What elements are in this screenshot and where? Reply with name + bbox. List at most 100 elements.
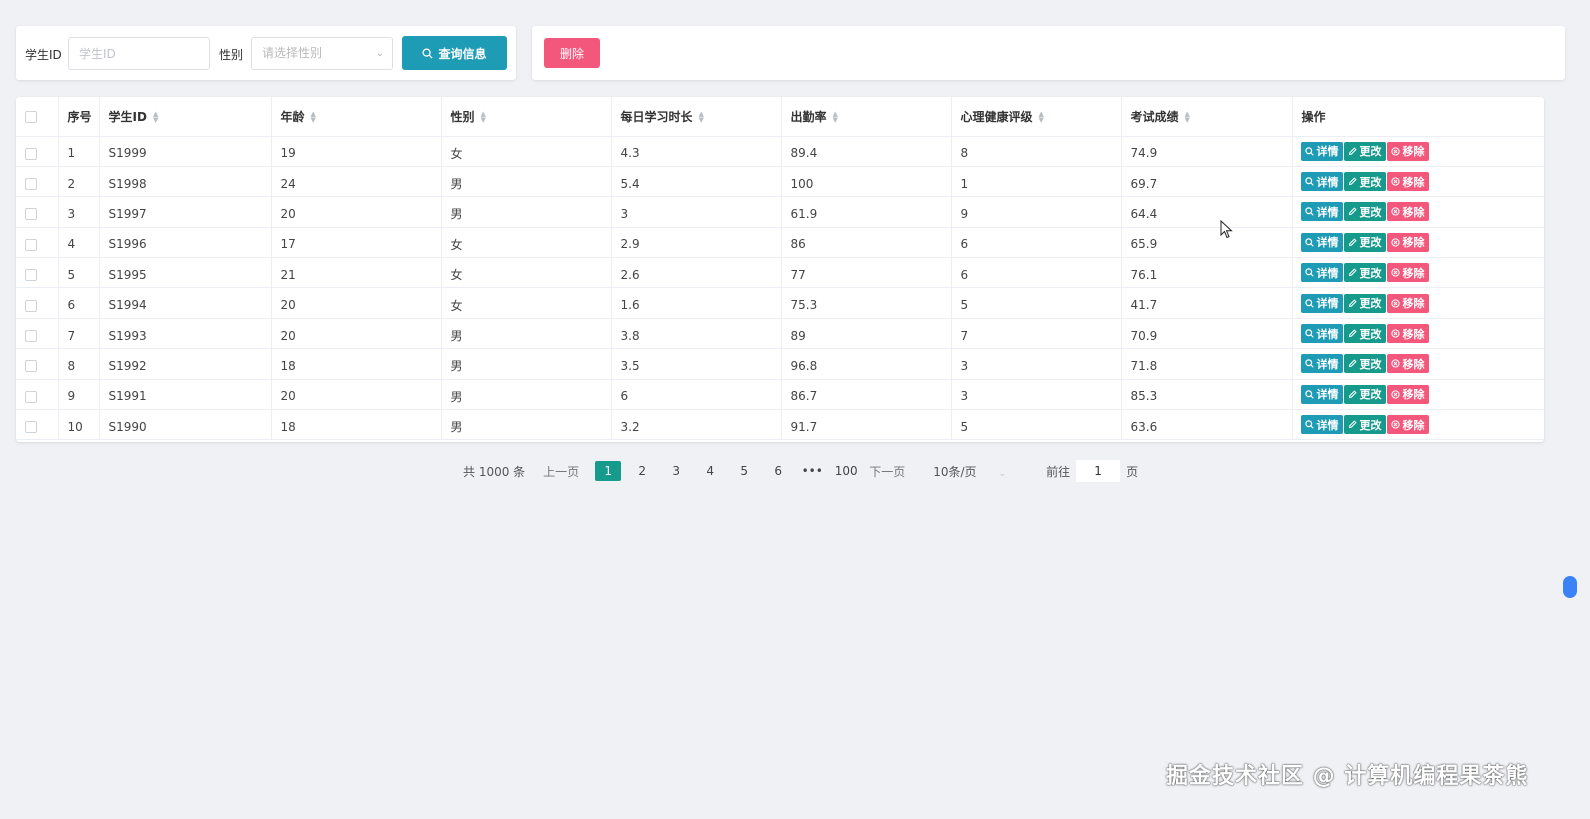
header-attendance[interactable]: 出勤率 ▲ ▼ <box>781 97 952 137</box>
remove-button[interactable]: 移除 <box>1386 172 1429 192</box>
row-checkbox[interactable] <box>25 269 37 282</box>
sort-icon[interactable]: ▲ ▼ <box>833 111 838 124</box>
header-age[interactable]: 年龄 ▲ ▼ <box>271 97 442 137</box>
remove-button[interactable]: 移除 <box>1386 354 1429 374</box>
header-exam-score[interactable]: 考试成绩 ▲ ▼ <box>1121 97 1293 137</box>
detail-button[interactable]: 详情 <box>1300 141 1343 161</box>
cell-student-id: S1998 <box>99 166 272 198</box>
table-row: 4 S1996 17 女 2.9 86 6 65.9 详情 更改 移除 <box>16 227 1544 259</box>
edit-button[interactable]: 更改 <box>1343 293 1386 313</box>
remove-button-label: 移除 <box>1402 357 1425 371</box>
more-pages-button[interactable]: ••• <box>799 461 825 481</box>
row-checkbox[interactable] <box>25 299 37 312</box>
cell-mental-health: 1 <box>951 166 1122 198</box>
row-checkbox[interactable] <box>25 360 37 373</box>
cell-study-hours: 3 <box>611 196 782 228</box>
cell-index: 2 <box>58 166 100 198</box>
edit-button[interactable]: 更改 <box>1343 354 1386 374</box>
detail-button[interactable]: 详情 <box>1300 232 1343 252</box>
page-button[interactable]: 2 <box>629 461 655 481</box>
detail-button[interactable]: 详情 <box>1300 354 1343 374</box>
remove-button[interactable]: 移除 <box>1386 141 1429 161</box>
page-button[interactable]: 4 <box>697 461 723 481</box>
row-select-cell <box>16 318 59 350</box>
edit-button[interactable]: 更改 <box>1343 263 1386 283</box>
cell-study-hours: 3.5 <box>611 348 782 380</box>
cell-age: 20 <box>271 379 442 411</box>
search-button[interactable]: 查询信息 <box>402 36 507 70</box>
sort-icon[interactable]: ▲ ▼ <box>311 111 316 124</box>
select-all-cell <box>16 97 59 137</box>
cell-index: 3 <box>58 196 100 228</box>
cell-exam-score: 74.9 <box>1121 136 1293 167</box>
cell-index: 1 <box>58 136 100 167</box>
goto-page-input[interactable] <box>1076 460 1121 482</box>
remove-button[interactable]: 移除 <box>1386 202 1429 222</box>
sort-icon[interactable]: ▲ ▼ <box>699 111 704 124</box>
cell-age: 20 <box>271 287 442 319</box>
page-button[interactable]: 6 <box>765 461 791 481</box>
page-size-select[interactable]: 10条/页 ⌄ <box>933 463 1006 480</box>
header-mental-health[interactable]: 心理健康评级 ▲ ▼ <box>951 97 1122 137</box>
detail-button[interactable]: 详情 <box>1300 293 1343 313</box>
remove-button[interactable]: 移除 <box>1386 415 1429 435</box>
remove-button[interactable]: 移除 <box>1386 384 1429 404</box>
row-checkbox[interactable] <box>25 238 37 251</box>
detail-button[interactable]: 详情 <box>1300 263 1343 283</box>
remove-button[interactable]: 移除 <box>1386 324 1429 344</box>
edit-button[interactable]: 更改 <box>1343 141 1386 161</box>
detail-button[interactable]: 详情 <box>1300 415 1343 435</box>
next-page-button[interactable]: 下一页 <box>869 463 905 480</box>
remove-button[interactable]: 移除 <box>1386 293 1429 313</box>
edit-button[interactable]: 更改 <box>1343 172 1386 192</box>
prev-page-button[interactable]: 上一页 <box>543 463 579 480</box>
row-select-cell <box>16 166 59 198</box>
cell-attendance: 91.7 <box>781 409 952 441</box>
sort-icon[interactable]: ▲ ▼ <box>481 111 486 124</box>
cell-gender: 男 <box>441 318 612 350</box>
page-button[interactable]: 3 <box>663 461 689 481</box>
header-operations: 操作 <box>1292 97 1544 137</box>
edit-button-label: 更改 <box>1359 145 1382 159</box>
student-id-input[interactable] <box>68 37 210 70</box>
sort-icon[interactable]: ▲ ▼ <box>1039 111 1044 124</box>
edit-button[interactable]: 更改 <box>1343 415 1386 435</box>
edit-button[interactable]: 更改 <box>1343 384 1386 404</box>
edit-button[interactable]: 更改 <box>1343 324 1386 344</box>
last-page-button[interactable]: 100 <box>833 461 859 481</box>
table-row: 9 S1991 20 男 6 86.7 3 85.3 详情 更改 移除 <box>16 379 1544 411</box>
sort-icon[interactable]: ▲ ▼ <box>153 111 158 124</box>
row-checkbox[interactable] <box>25 208 37 221</box>
remove-button[interactable]: 移除 <box>1386 263 1429 283</box>
table-row: 7 S1993 20 男 3.8 89 7 70.9 详情 更改 移除 <box>16 318 1544 350</box>
row-checkbox[interactable] <box>25 330 37 343</box>
floating-assistant-button[interactable] <box>1563 576 1577 598</box>
page-jump: 前往 页 <box>1046 460 1138 482</box>
header-student-id[interactable]: 学生ID ▲ ▼ <box>99 97 272 137</box>
search-panel: 学生ID 性别 请选择性别 ⌄ 查询信息 <box>16 26 516 80</box>
row-checkbox[interactable] <box>25 178 37 191</box>
delete-button[interactable]: 删除 <box>544 38 600 68</box>
page-button[interactable]: 1 <box>595 461 622 481</box>
sort-icon[interactable]: ▲ ▼ <box>1185 111 1190 124</box>
detail-button[interactable]: 详情 <box>1300 202 1343 222</box>
page-button[interactable]: 5 <box>731 461 757 481</box>
detail-button[interactable]: 详情 <box>1300 384 1343 404</box>
row-checkbox[interactable] <box>25 421 37 434</box>
cell-operations: 详情 更改 移除 <box>1292 227 1544 259</box>
row-checkbox[interactable] <box>25 390 37 403</box>
cell-exam-score: 70.9 <box>1121 318 1293 350</box>
header-gender[interactable]: 性别 ▲ ▼ <box>441 97 612 137</box>
cell-index: 7 <box>58 318 100 350</box>
detail-button-label: 详情 <box>1316 327 1339 341</box>
edit-button[interactable]: 更改 <box>1343 202 1386 222</box>
detail-button[interactable]: 详情 <box>1300 324 1343 344</box>
gender-select[interactable]: 请选择性别 ⌄ <box>251 37 393 70</box>
detail-button[interactable]: 详情 <box>1300 172 1343 192</box>
header-study-hours[interactable]: 每日学习时长 ▲ ▼ <box>611 97 782 137</box>
remove-button[interactable]: 移除 <box>1386 232 1429 252</box>
row-select-cell <box>16 409 59 441</box>
row-checkbox[interactable] <box>25 147 37 160</box>
select-all-checkbox[interactable] <box>25 110 37 123</box>
edit-button[interactable]: 更改 <box>1343 232 1386 252</box>
